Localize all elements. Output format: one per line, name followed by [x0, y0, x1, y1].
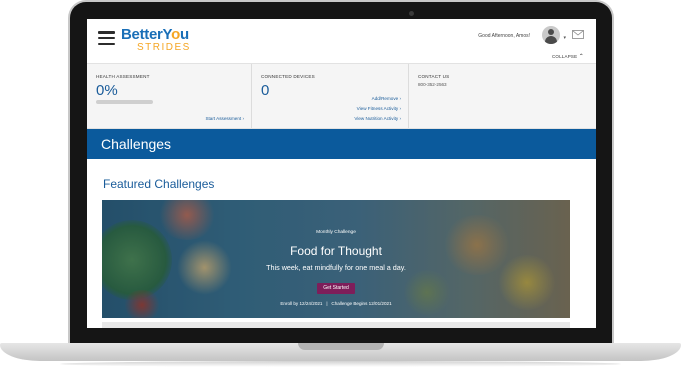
start-assessment-label: Start Assessment — [205, 116, 242, 121]
connected-devices-value: 0 — [261, 82, 270, 99]
get-started-button[interactable]: Get Started — [317, 282, 355, 294]
challenge-begin-date: Challenge Begins 12/01/2021 — [331, 301, 392, 306]
greeting-text: Good Afternoon, Amos! — [478, 33, 530, 39]
logo-accent-text: o — [171, 26, 181, 43]
date-separator: | — [326, 301, 328, 306]
health-assessment-label: HEALTH ASSESSMENT — [96, 74, 150, 79]
chevron-right-icon: › — [399, 116, 401, 121]
connected-devices-panel: CONNECTED DEVICES 0 Add/Remove › View Fi… — [252, 64, 409, 128]
hamburger-icon[interactable] — [98, 31, 115, 45]
challenge-dates: Enroll by 12/24/2021 | Challenge Begins … — [102, 301, 570, 306]
laptop-notch — [298, 343, 384, 350]
add-remove-label: Add/Remove — [371, 96, 399, 101]
brand-logo[interactable]: BetterYou STRIDES — [121, 27, 191, 53]
next-card-edge — [102, 322, 570, 328]
chevron-up-icon: ⌃ — [578, 54, 584, 60]
view-nutrition-activity-label: View Nutrition Activity — [354, 116, 399, 121]
featured-challenge-card[interactable]: Monthly Challenge Food for Thought This … — [102, 200, 570, 318]
view-fitness-activity-link[interactable]: View Fitness Activity › — [357, 106, 401, 111]
health-assessment-panel: HEALTH ASSESSMENT 0% Start Assessment › — [87, 64, 252, 128]
challenge-eyebrow: Monthly Challenge — [316, 230, 356, 235]
summary-strip: HEALTH ASSESSMENT 0% Start Assessment › … — [87, 63, 596, 129]
connected-devices-label: CONNECTED DEVICES — [261, 74, 315, 79]
health-progress-bar — [96, 100, 153, 104]
screen: BetterYou STRIDES Good Afternoon, Amos! … — [87, 19, 596, 328]
get-started-wrap: Get Started — [102, 276, 570, 294]
featured-challenges-heading: Featured Challenges — [103, 177, 215, 191]
add-remove-link[interactable]: Add/Remove › — [372, 96, 401, 101]
contact-us-panel: CONTACT US 800-352-2563 — [409, 64, 596, 128]
page-title: Challenges — [101, 136, 172, 152]
user-avatar[interactable] — [542, 26, 560, 44]
logo-sub-text: STRIDES — [137, 42, 191, 53]
laptop-shadow — [60, 361, 621, 367]
view-nutrition-activity-link[interactable]: View Nutrition Activity › — [354, 116, 401, 121]
view-fitness-activity-label: View Fitness Activity — [356, 106, 399, 111]
camera-dot — [409, 11, 414, 16]
challenge-subtitle: This week, eat mindfully for one meal a … — [266, 263, 406, 272]
contact-phone[interactable]: 800-352-2563 — [418, 82, 447, 87]
start-assessment-link[interactable]: Start Assessment › — [205, 116, 244, 121]
health-assessment-value: 0% — [96, 82, 118, 99]
collapse-button[interactable]: COLLAPSE ⌃ — [552, 53, 584, 60]
chevron-right-icon: › — [242, 116, 244, 121]
chevron-down-icon[interactable]: ▾ — [563, 35, 566, 41]
enroll-date: Enroll by 12/24/2021 — [280, 301, 323, 306]
logo-end-text: u — [180, 26, 189, 43]
mail-icon[interactable] — [572, 30, 584, 39]
logo-main-text: BetterY — [121, 26, 172, 43]
chevron-right-icon: › — [399, 96, 401, 101]
chevron-right-icon: › — [399, 106, 401, 111]
challenge-title: Food for Thought — [290, 244, 382, 258]
collapse-label: COLLAPSE — [551, 54, 578, 59]
challenges-banner: Challenges — [87, 129, 596, 159]
site-header: BetterYou STRIDES Good Afternoon, Amos! … — [87, 19, 596, 63]
contact-us-label: CONTACT US — [418, 74, 450, 79]
